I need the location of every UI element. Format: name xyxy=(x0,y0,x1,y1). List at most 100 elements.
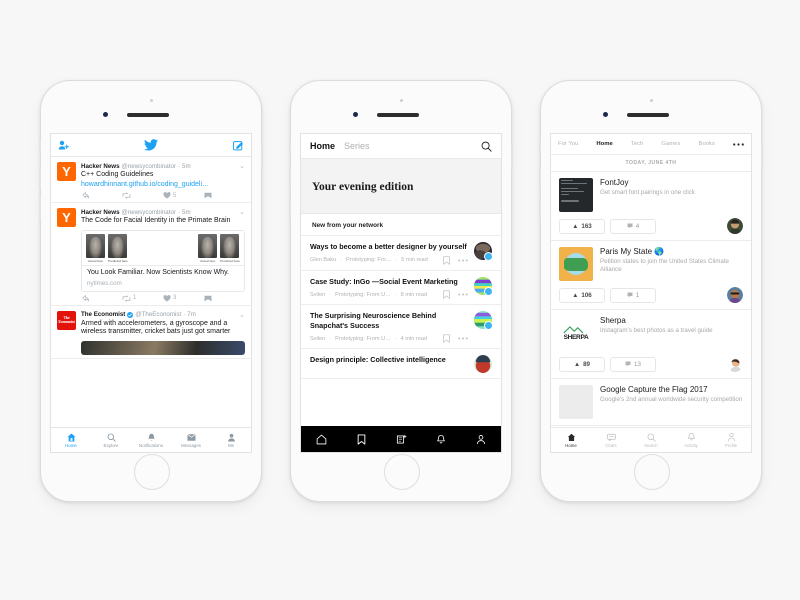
reply-button[interactable] xyxy=(81,294,122,302)
product-thumbnail[interactable] xyxy=(559,247,593,281)
tab-profile[interactable]: Profile xyxy=(711,428,751,452)
share-button[interactable] xyxy=(204,295,245,302)
face-label: Predicted face xyxy=(108,259,128,263)
tab-books[interactable]: Books xyxy=(699,141,715,147)
tab-home[interactable]: Home xyxy=(596,141,612,147)
volume-up-button xyxy=(539,167,541,189)
tab-search[interactable]: Search xyxy=(631,428,671,452)
tab-activity[interactable]: Activity xyxy=(671,428,711,452)
product-tagline: Instagram's best photos as a travel guid… xyxy=(600,327,713,334)
chevron-down-icon[interactable]: ⌄ xyxy=(239,162,245,170)
hunter-avatar[interactable] xyxy=(727,356,743,372)
product-row[interactable]: Google Capture the Flag 2017 Google's 2n… xyxy=(551,379,751,426)
like-button[interactable]: 3 xyxy=(163,294,204,302)
twitter-tabbar: Home Explore Notifications Messages Me xyxy=(51,427,251,452)
bookmark-icon[interactable] xyxy=(443,334,450,343)
link-card[interactable]: Actual face Predicted face Actual face P… xyxy=(81,230,245,292)
comment-button[interactable]: 1 xyxy=(610,287,656,303)
tweet-item[interactable]: The Economist The Economist @TheEconomis… xyxy=(51,306,251,360)
tweet-author: The Economist xyxy=(81,311,126,318)
tab-home[interactable]: Home xyxy=(551,428,591,452)
home-button[interactable] xyxy=(134,454,170,490)
tab-home[interactable]: Home xyxy=(310,141,335,151)
ellipsis-icon[interactable] xyxy=(458,293,468,296)
product-row[interactable]: SHERPA Sherpa Instagram's best photos as… xyxy=(551,310,751,379)
retweet-button[interactable]: 1 xyxy=(122,294,163,302)
tab-profile[interactable] xyxy=(461,434,501,445)
compose-icon[interactable] xyxy=(233,140,244,151)
ellipsis-icon[interactable] xyxy=(458,337,468,340)
product-thumbnail[interactable] xyxy=(559,385,593,419)
product-actions: ▲ 106 1 xyxy=(559,287,743,303)
hero-title: Your evening edition xyxy=(312,181,414,193)
earpiece-speaker xyxy=(377,113,419,117)
chevron-down-icon[interactable]: ⌄ xyxy=(239,311,245,319)
retweet-button[interactable] xyxy=(122,192,163,199)
tab-games[interactable]: Games xyxy=(661,141,680,147)
reply-button[interactable] xyxy=(81,192,122,199)
bookmark-icon[interactable] xyxy=(443,255,450,265)
story-row[interactable]: Case Study: InGo —Social Event Marketing… xyxy=(301,271,501,305)
tweet-text: The Code for Facial Identity in the Prim… xyxy=(81,217,231,225)
ellipsis-icon[interactable] xyxy=(458,259,468,262)
date-header: TODAY, JUNE 4TH xyxy=(551,155,751,172)
bookmark-icon[interactable] xyxy=(443,290,450,299)
power-button xyxy=(511,145,513,169)
product-row[interactable]: Paris My State 🌎 Petition states to join… xyxy=(551,241,751,310)
product-row[interactable]: FontJoy Get smart font pairings in one c… xyxy=(551,172,751,241)
tweet-time: 7m xyxy=(187,311,196,318)
triangle-up-icon: ▲ xyxy=(572,222,579,230)
hunter-avatar[interactable] xyxy=(727,287,743,303)
tweet-actions: 5 xyxy=(81,192,245,199)
ellipsis-icon[interactable] xyxy=(733,142,744,146)
tab-notifications[interactable]: Notifications xyxy=(131,428,171,452)
tweet-item[interactable]: Y Hacker News @newsycombinator · 5m ⌄ Th… xyxy=(51,203,251,306)
search-icon[interactable] xyxy=(481,141,492,152)
story-row[interactable]: Design principle: Collective intelligenc… xyxy=(301,349,501,379)
tweet-item[interactable]: Y Hacker News @newsycombinator · 5m ⌄ C+… xyxy=(51,157,251,204)
avatar[interactable]: Y xyxy=(57,162,76,181)
author-avatar[interactable] xyxy=(474,276,493,296)
product-thumbnail[interactable] xyxy=(559,178,593,212)
upvote-button[interactable]: ▲ 163 xyxy=(559,218,605,234)
publication-badge xyxy=(484,252,493,261)
upvote-button[interactable]: ▲ 106 xyxy=(559,287,605,303)
tweet-link[interactable]: howardhinnant.github.io/coding_guideli… xyxy=(81,180,245,189)
tweet-time: 5m xyxy=(182,208,191,216)
tab-messages[interactable]: Messages xyxy=(171,428,211,452)
tab-bookmarks[interactable] xyxy=(341,433,381,445)
home-button[interactable] xyxy=(384,454,420,490)
tab-notifications[interactable] xyxy=(421,434,461,445)
avatar[interactable]: The Economist xyxy=(57,310,76,330)
tweet-image[interactable] xyxy=(81,341,245,356)
tab-tech[interactable]: Tech xyxy=(631,141,643,147)
share-button[interactable] xyxy=(204,192,245,199)
like-button[interactable]: 5 xyxy=(163,192,204,199)
tab-home[interactable] xyxy=(301,434,341,445)
tab-explore[interactable]: Explore xyxy=(91,428,131,452)
comment-button[interactable]: 13 xyxy=(610,356,656,372)
story-row[interactable]: The Surprising Neuroscience Behind Snapc… xyxy=(301,305,501,349)
author-avatar[interactable] xyxy=(474,242,493,261)
publication-badge xyxy=(484,286,493,296)
hunter-avatar[interactable] xyxy=(727,218,743,234)
hero-banner[interactable]: Your evening edition xyxy=(301,159,501,214)
tab-for-you[interactable]: For You xyxy=(558,141,578,147)
tab-me[interactable]: Me xyxy=(211,428,251,452)
story-row[interactable]: Ways to become a better designer by your… xyxy=(301,236,501,271)
tab-home[interactable]: Home xyxy=(51,428,91,452)
home-button[interactable] xyxy=(634,454,670,490)
comment-button[interactable]: 4 xyxy=(610,218,656,234)
triangle-up-icon: ▲ xyxy=(573,360,581,368)
author-avatar[interactable] xyxy=(474,355,492,373)
upvote-button[interactable]: ▲ 89 xyxy=(559,356,605,372)
add-person-icon[interactable] xyxy=(58,140,69,150)
tab-series[interactable]: Series xyxy=(344,141,370,151)
tab-label: Chats xyxy=(605,442,617,448)
tab-chats[interactable]: Chats xyxy=(591,428,631,452)
product-thumbnail[interactable]: SHERPA xyxy=(559,316,593,350)
avatar[interactable]: Y xyxy=(57,208,76,228)
author-avatar[interactable] xyxy=(474,311,493,330)
tab-new-story[interactable] xyxy=(381,434,421,445)
chevron-down-icon[interactable]: ⌄ xyxy=(239,208,245,216)
